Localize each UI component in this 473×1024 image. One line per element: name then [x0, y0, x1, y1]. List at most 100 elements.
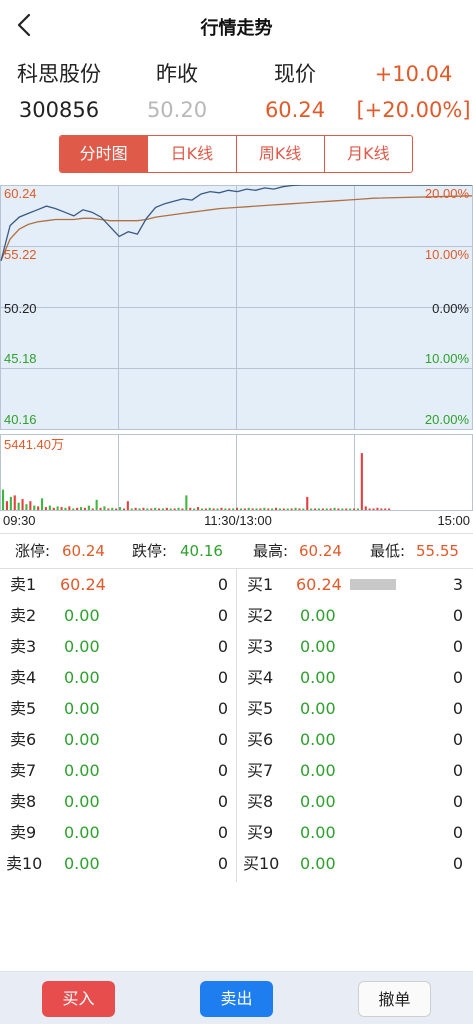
bid-row[interactable]: 买3 0.00 0 [237, 631, 473, 662]
ask-row[interactable]: 卖3 0.00 0 [0, 631, 236, 662]
volume-bar [310, 508, 313, 510]
prev-close-label: 昨收 [156, 62, 198, 86]
ask-row[interactable]: 卖2 0.00 0 [0, 600, 236, 631]
ask-row[interactable]: 卖8 0.00 0 [0, 786, 236, 817]
ask-row[interactable]: 卖1 60.24 0 [0, 569, 236, 600]
volume-bar [158, 508, 161, 510]
bid-volume: 0 [452, 854, 463, 873]
day-low-label: 最低: [370, 542, 406, 560]
volume-bar [314, 508, 317, 510]
volume-bar [56, 506, 59, 511]
volume-bar [380, 508, 383, 510]
volume-bar [290, 508, 293, 510]
volume-bar [9, 496, 12, 510]
ask-level-label: 卖2 [10, 606, 37, 625]
price-change: +10.04 [374, 62, 453, 86]
bid-level-label: 买9 [247, 823, 274, 842]
volume-bar [200, 508, 203, 510]
volume-bar [29, 501, 32, 510]
buy-button[interactable]: 买入 [42, 981, 115, 1017]
volume-bar [368, 508, 371, 510]
volume-bar [64, 507, 67, 510]
ask-price: 0.00 [64, 854, 100, 873]
volume-bar [41, 498, 44, 510]
volume-bar [134, 507, 137, 510]
volume-bar [193, 508, 196, 510]
bid-row[interactable]: 买4 0.00 0 [237, 662, 473, 693]
bid-row[interactable]: 买10 0.00 0 [237, 848, 473, 879]
tab-intraday[interactable]: 分时图 [60, 136, 148, 172]
sell-button[interactable]: 卖出 [200, 981, 273, 1017]
chart-tabs: 分时图 日K线 周K线 月K线 [59, 135, 413, 173]
ask-row[interactable]: 卖10 0.00 0 [0, 848, 236, 879]
volume-bar [236, 507, 239, 510]
bid-row[interactable]: 买5 0.00 0 [237, 693, 473, 724]
volume-bar [91, 508, 94, 510]
price-change-percent: [+20.00%] [356, 98, 471, 122]
volume-bar [228, 508, 231, 510]
bid-row[interactable]: 买6 0.00 0 [237, 724, 473, 755]
cancel-order-button[interactable]: 撤单 [358, 981, 431, 1017]
volume-bar [17, 502, 20, 510]
volume-bar [239, 508, 242, 510]
bid-row[interactable]: 买1 60.24 3 [237, 569, 473, 600]
ask-row[interactable]: 卖6 0.00 0 [0, 724, 236, 755]
tab-weekly-kline[interactable]: 周K线 [235, 136, 324, 172]
bid-level-label: 买10 [243, 854, 280, 873]
percent-level-label: 20.00% [425, 412, 470, 427]
volume-bar [103, 506, 106, 511]
volume-bar [115, 508, 118, 510]
ask-level-label: 卖9 [10, 823, 37, 842]
ask-row[interactable]: 卖9 0.00 0 [0, 817, 236, 848]
ask-row[interactable]: 卖7 0.00 0 [0, 755, 236, 786]
volume-bar [169, 508, 172, 510]
ask-row[interactable]: 卖5 0.00 0 [0, 693, 236, 724]
ask-price: 0.00 [64, 699, 100, 718]
volume-bar [150, 508, 153, 510]
volume-bar [13, 495, 16, 510]
bid-row[interactable]: 买8 0.00 0 [237, 786, 473, 817]
volume-bar [142, 507, 145, 510]
bid-price: 0.00 [300, 823, 336, 842]
bid-price: 0.00 [300, 637, 336, 656]
tab-daily-kline[interactable]: 日K线 [147, 136, 235, 172]
time-tick-close: 15:00 [437, 513, 470, 528]
day-high-label: 最高: [253, 542, 289, 560]
ask-volume: 0 [217, 730, 228, 749]
ask-volume: 0 [217, 606, 228, 625]
prev-close-value: 50.20 [146, 98, 208, 122]
quote-labels-row: 科思股份 昨收 现价 +10.04 [0, 56, 473, 92]
bid-level-label: 买2 [247, 606, 274, 625]
volume-bar [119, 507, 122, 510]
volume-bar [345, 508, 348, 510]
volume-bar [138, 508, 141, 510]
limit-up-value: 60.24 [62, 542, 105, 560]
ask-level-label: 卖8 [10, 792, 37, 811]
ask-volume: 0 [217, 699, 228, 718]
tab-monthly-kline[interactable]: 月K线 [323, 136, 412, 172]
ask-volume: 0 [217, 792, 228, 811]
bid-volume: 3 [452, 575, 463, 594]
intraday-chart[interactable]: 60.24 55.22 50.20 45.18 40.16 20.00% 10.… [0, 185, 473, 530]
bid-price: 60.24 [296, 575, 342, 594]
volume-bar [37, 506, 40, 511]
ask-price: 0.00 [64, 761, 100, 780]
price-level-label: 45.18 [4, 351, 37, 366]
bid-price: 0.00 [300, 730, 336, 749]
ask-price: 0.00 [64, 730, 100, 749]
volume-bar [337, 508, 340, 510]
day-low-value: 55.55 [416, 542, 459, 560]
bid-row[interactable]: 买2 0.00 0 [237, 600, 473, 631]
volume-bar [212, 508, 215, 510]
volume-bar [5, 501, 8, 510]
volume-bar [255, 508, 258, 510]
bid-volume: 0 [452, 668, 463, 687]
bid-row[interactable]: 买9 0.00 0 [237, 817, 473, 848]
volume-bar [364, 506, 367, 511]
volume-bar [197, 507, 200, 510]
quote-values-row: 300856 50.20 60.24 [+20.00%] [0, 92, 473, 128]
current-price-value: 60.24 [264, 98, 326, 122]
bid-row[interactable]: 买7 0.00 0 [237, 755, 473, 786]
ask-row[interactable]: 卖4 0.00 0 [0, 662, 236, 693]
volume-bar [298, 508, 301, 510]
